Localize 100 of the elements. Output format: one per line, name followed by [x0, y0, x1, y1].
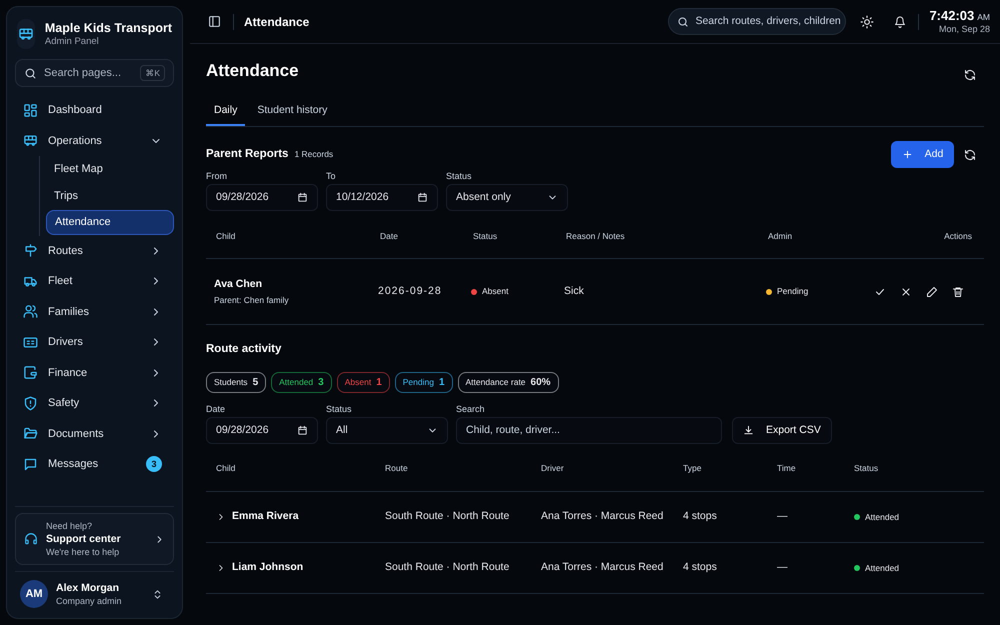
- child-name: Ava Chen: [214, 276, 264, 290]
- stat-chip: Attended 3: [271, 372, 332, 394]
- date-field[interactable]: 09/28/2026: [206, 184, 318, 211]
- theme-toggle-button[interactable]: [858, 12, 876, 30]
- table-cell-text: Ana Torres · Marcus Reed: [541, 509, 664, 524]
- bus-icon: [18, 26, 34, 42]
- bus-icon: [23, 133, 38, 148]
- table-cell-text: —: [777, 560, 788, 576]
- refresh-icon: [964, 148, 976, 160]
- status-label: Pending: [777, 285, 808, 298]
- nav-subitem[interactable]: Trips: [46, 184, 174, 208]
- child-name: Liam Johnson: [232, 560, 304, 576]
- date-field[interactable]: 10/12/2026: [326, 184, 438, 211]
- support-subtitle: We're here to help: [46, 546, 120, 558]
- id-card-icon: [23, 334, 38, 350]
- nav-item[interactable]: Drivers: [15, 327, 174, 358]
- parent-name: Parent: Chen family: [214, 294, 290, 306]
- field-label: Search: [456, 403, 486, 416]
- search-field[interactable]: Child, route, driver...: [456, 417, 722, 444]
- export-csv-button[interactable]: Export CSV: [732, 417, 832, 444]
- search-icon: [677, 16, 690, 28]
- field-label: Date: [206, 403, 226, 416]
- calendar-icon: [417, 192, 428, 203]
- column-header: Child: [216, 462, 236, 476]
- support-title: Support center: [46, 532, 122, 546]
- support-kicker: Need help?: [46, 520, 94, 532]
- search-icon: [24, 66, 37, 80]
- chat-icon: [23, 456, 38, 472]
- clock-time: 7:42:03: [929, 8, 974, 23]
- nav-item[interactable]: Documents: [15, 418, 174, 449]
- shortcut-key: ⌘K: [140, 64, 165, 82]
- column-header: Child: [216, 230, 236, 243]
- edit-button[interactable]: [926, 286, 938, 298]
- nav-item[interactable]: Families: [15, 296, 174, 327]
- field-label: From: [206, 170, 228, 183]
- status-select[interactable]: All: [326, 417, 448, 444]
- add-button[interactable]: Add: [891, 141, 954, 168]
- reject-button[interactable]: [900, 286, 912, 298]
- plus-icon: [902, 149, 913, 160]
- record-count: 1 Records: [294, 148, 334, 161]
- user-avatar: AM: [20, 580, 48, 608]
- trash-icon: [952, 286, 964, 298]
- tab[interactable]: Daily: [206, 98, 246, 126]
- column-header: Route: [385, 462, 409, 476]
- refresh-button[interactable]: [964, 69, 976, 81]
- folder-icon: [23, 426, 38, 442]
- tab[interactable]: Student history: [249, 98, 336, 126]
- date-field[interactable]: 09/28/2026: [206, 417, 318, 444]
- close-icon: [900, 286, 912, 298]
- calendar-icon: [297, 192, 308, 203]
- brand-title: Maple Kids Transport: [44, 20, 172, 36]
- wallet-icon: [23, 365, 38, 380]
- table-cell-text: Ana Torres · Marcus Reed: [541, 560, 664, 576]
- stat-chip: Absent 1: [336, 372, 390, 394]
- status-select[interactable]: Absent only: [446, 184, 568, 211]
- user-role: Company admin: [56, 594, 123, 606]
- signpost-icon: [23, 243, 38, 258]
- nav-item[interactable]: Operations: [15, 126, 174, 156]
- nav-item[interactable]: Fleet: [15, 266, 174, 296]
- section-title: Parent Reports: [206, 146, 288, 162]
- column-header: Time: [777, 462, 797, 476]
- column-header: Admin: [768, 230, 794, 243]
- table-cell-text: Sick: [564, 284, 585, 299]
- sun-icon: [860, 14, 874, 28]
- status-label: Attended: [865, 562, 900, 575]
- nav-item[interactable]: Routes: [15, 236, 174, 266]
- column-header: Type: [683, 462, 702, 476]
- table-cell-text: 4 stops: [683, 560, 718, 576]
- pencil-icon: [926, 286, 938, 298]
- users-icon: [23, 304, 38, 320]
- nav-item[interactable]: Dashboard: [15, 95, 174, 126]
- clock-ampm: AM: [977, 10, 990, 24]
- table-cell-text: South Route · North Route: [385, 509, 510, 524]
- breadcrumb-title: Attendance: [244, 14, 310, 30]
- refresh-icon: [964, 69, 976, 81]
- page-title: Attendance: [206, 60, 299, 82]
- nav-item[interactable]: Messages 3: [15, 449, 174, 480]
- delete-button[interactable]: [952, 286, 964, 298]
- status-label: Absent: [482, 285, 508, 298]
- download-icon: [743, 425, 754, 436]
- nav-subitem[interactable]: Attendance: [46, 210, 174, 234]
- shield-icon: [23, 396, 38, 411]
- brand-subtitle: Admin Panel: [44, 36, 100, 48]
- global-search-field[interactable]: Search routes, drivers, children: [668, 8, 846, 35]
- nav-subitem[interactable]: Fleet Map: [46, 157, 174, 182]
- support-card[interactable]: Need help? Support center We're here to help: [15, 513, 174, 565]
- nav-item[interactable]: Finance: [15, 358, 174, 388]
- refresh-button[interactable]: [964, 148, 976, 160]
- page-search-field[interactable]: Search pages... ⌘K: [15, 59, 174, 87]
- field-label: Status: [446, 170, 473, 183]
- clock-date: Mon, Sep 28: [938, 23, 990, 36]
- status-label: Attended: [865, 510, 900, 524]
- count-badge: 3: [146, 456, 162, 472]
- nav-item[interactable]: Safety: [15, 388, 174, 418]
- field-label: Status: [326, 403, 353, 416]
- table-cell-text: —: [777, 509, 788, 524]
- column-header: Date: [380, 230, 399, 243]
- column-header: Driver: [541, 462, 565, 476]
- sidebar-toggle-button[interactable]: [206, 13, 223, 30]
- stat-chip: Pending 1: [394, 372, 453, 394]
